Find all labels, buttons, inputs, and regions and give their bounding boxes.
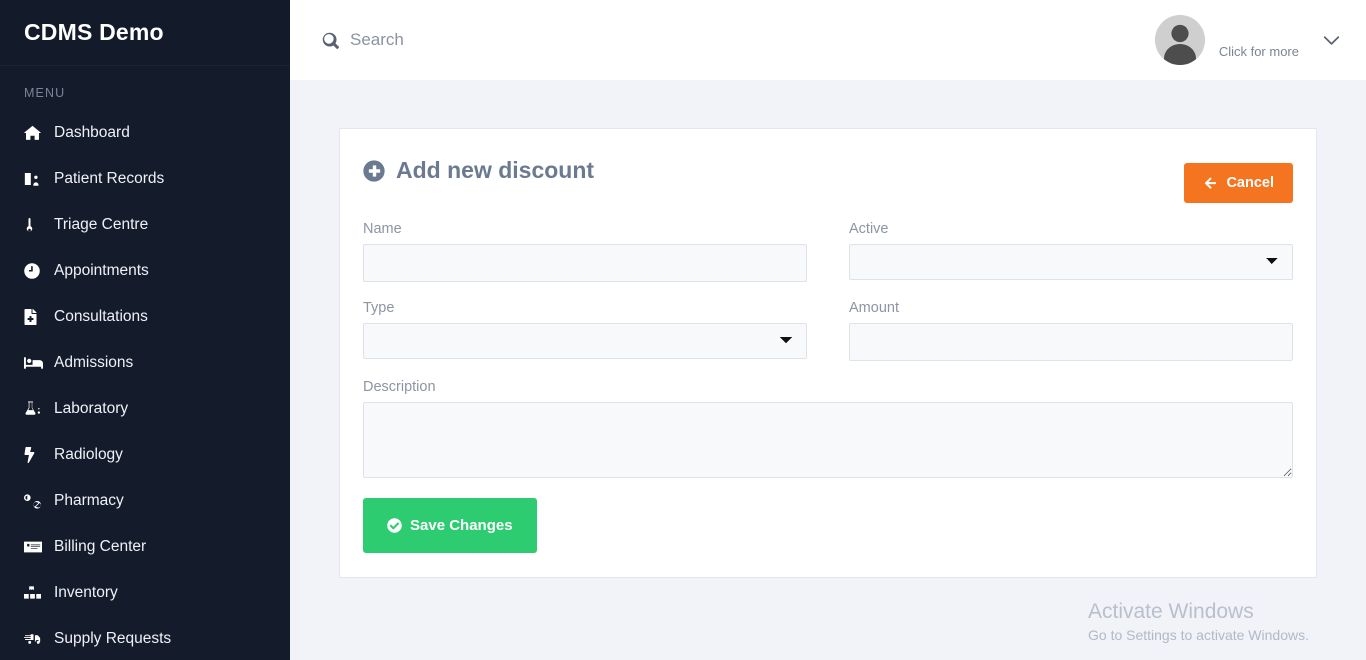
cancel-button[interactable]: Cancel [1184,163,1293,203]
sidebar-item-label: Laboratory [54,400,129,418]
field-description: Description [363,379,1293,478]
content-area: Add new discount Cancel Name Active Type… [290,80,1366,660]
sidebar-item-patient-records[interactable]: Patient Records [0,156,290,202]
amount-input[interactable] [849,323,1293,361]
sidebar-item-triage-centre[interactable]: Triage Centre [0,202,290,248]
type-select[interactable] [363,323,807,359]
topbar: Search Click for more [290,0,1366,80]
card-header: Add new discount Cancel [363,157,1293,203]
description-label: Description [363,379,436,395]
sidebar-item-supply-requests[interactable]: Supply Requests [0,616,290,660]
sidebar-item-label: Admissions [54,354,134,372]
sidebar-item-label: Inventory [54,584,118,602]
name-input[interactable] [363,244,807,282]
home-icon [24,125,54,141]
save-button[interactable]: Save Changes [363,498,537,553]
form-row-1: Name Active [363,221,1293,282]
field-active: Active [849,221,1293,282]
sidebar-item-label: Pharmacy [54,492,124,510]
avatar [1154,15,1205,65]
activate-windows-watermark: Activate Windows Go to Settings to activ… [1088,598,1309,646]
brand[interactable]: CDMS Demo [0,0,290,66]
field-amount: Amount [849,300,1293,361]
sidebar-item-label: Radiology [54,446,123,464]
thermometer-icon [24,217,54,233]
field-type: Type [363,300,807,361]
hospital-bed-icon [24,355,54,371]
boxes-icon [24,585,54,601]
money-check-icon [24,539,54,555]
sidebar-item-pharmacy[interactable]: Pharmacy [0,478,290,524]
file-medical-icon [24,309,54,325]
sidebar-item-dashboard[interactable]: Dashboard [0,110,290,156]
name-label: Name [363,221,402,237]
amount-label: Amount [849,300,899,316]
sidebar-item-label: Supply Requests [54,630,172,648]
save-button-label: Save Changes [410,517,513,534]
sidebar-item-laboratory[interactable]: Laboratory [0,386,290,432]
search-input[interactable]: Search [322,30,404,50]
page-title-text: Add new discount [396,157,595,183]
flask-icon [24,401,54,417]
cancel-button-label: Cancel [1226,175,1274,191]
user-menu[interactable]: Click for more [1154,15,1346,65]
sidebar-item-label: Appointments [54,262,149,280]
sidebar-nav: Dashboard Patient Records Triage Centre … [0,110,290,660]
sidebar-item-label: Triage Centre [54,216,149,234]
sidebar-item-label: Patient Records [54,170,165,188]
form-row-2: Type Amount [363,300,1293,361]
description-textarea[interactable] [363,402,1293,478]
brand-title: CDMS Demo [24,19,164,45]
search-placeholder-text: Search [350,30,404,49]
truck-icon [24,631,54,647]
sidebar-item-admissions[interactable]: Admissions [0,340,290,386]
arrow-left-icon [1203,177,1218,190]
active-select[interactable] [849,244,1293,280]
check-circle-icon [387,518,402,533]
search-icon [322,32,339,49]
field-name: Name [363,221,807,282]
type-label: Type [363,300,395,316]
watermark-title: Activate Windows [1088,599,1254,623]
active-label: Active [849,221,889,237]
app-root: CDMS Demo MENU Dashboard Patient Records [0,0,1366,660]
sidebar: CDMS Demo MENU Dashboard Patient Records [0,0,290,660]
patient-records-icon [24,171,54,187]
add-discount-card: Add new discount Cancel Name Active Type… [339,128,1317,578]
sidebar-item-billing-center[interactable]: Billing Center [0,524,290,570]
sidebar-item-label: Consultations [54,308,148,326]
sidebar-item-label: Billing Center [54,538,147,556]
sidebar-item-radiology[interactable]: Radiology [0,432,290,478]
pills-icon [24,493,54,509]
sidebar-item-inventory[interactable]: Inventory [0,570,290,616]
plus-circle-icon [363,159,385,182]
sidebar-item-label: Dashboard [54,124,130,142]
main-area: Search Click for more Add new discount C… [290,0,1366,660]
chevron-down-icon[interactable] [1323,35,1340,46]
bolt-icon [24,447,54,463]
page-title: Add new discount [363,157,594,184]
clock-icon [24,263,54,279]
watermark-subtitle: Go to Settings to activate Windows. [1088,627,1309,643]
sidebar-item-appointments[interactable]: Appointments [0,248,290,294]
sidebar-menu-heading: MENU [24,86,66,100]
sidebar-item-consultations[interactable]: Consultations [0,294,290,340]
user-menu-label: Click for more [1218,43,1299,59]
form-row-3: Description [363,379,1293,478]
